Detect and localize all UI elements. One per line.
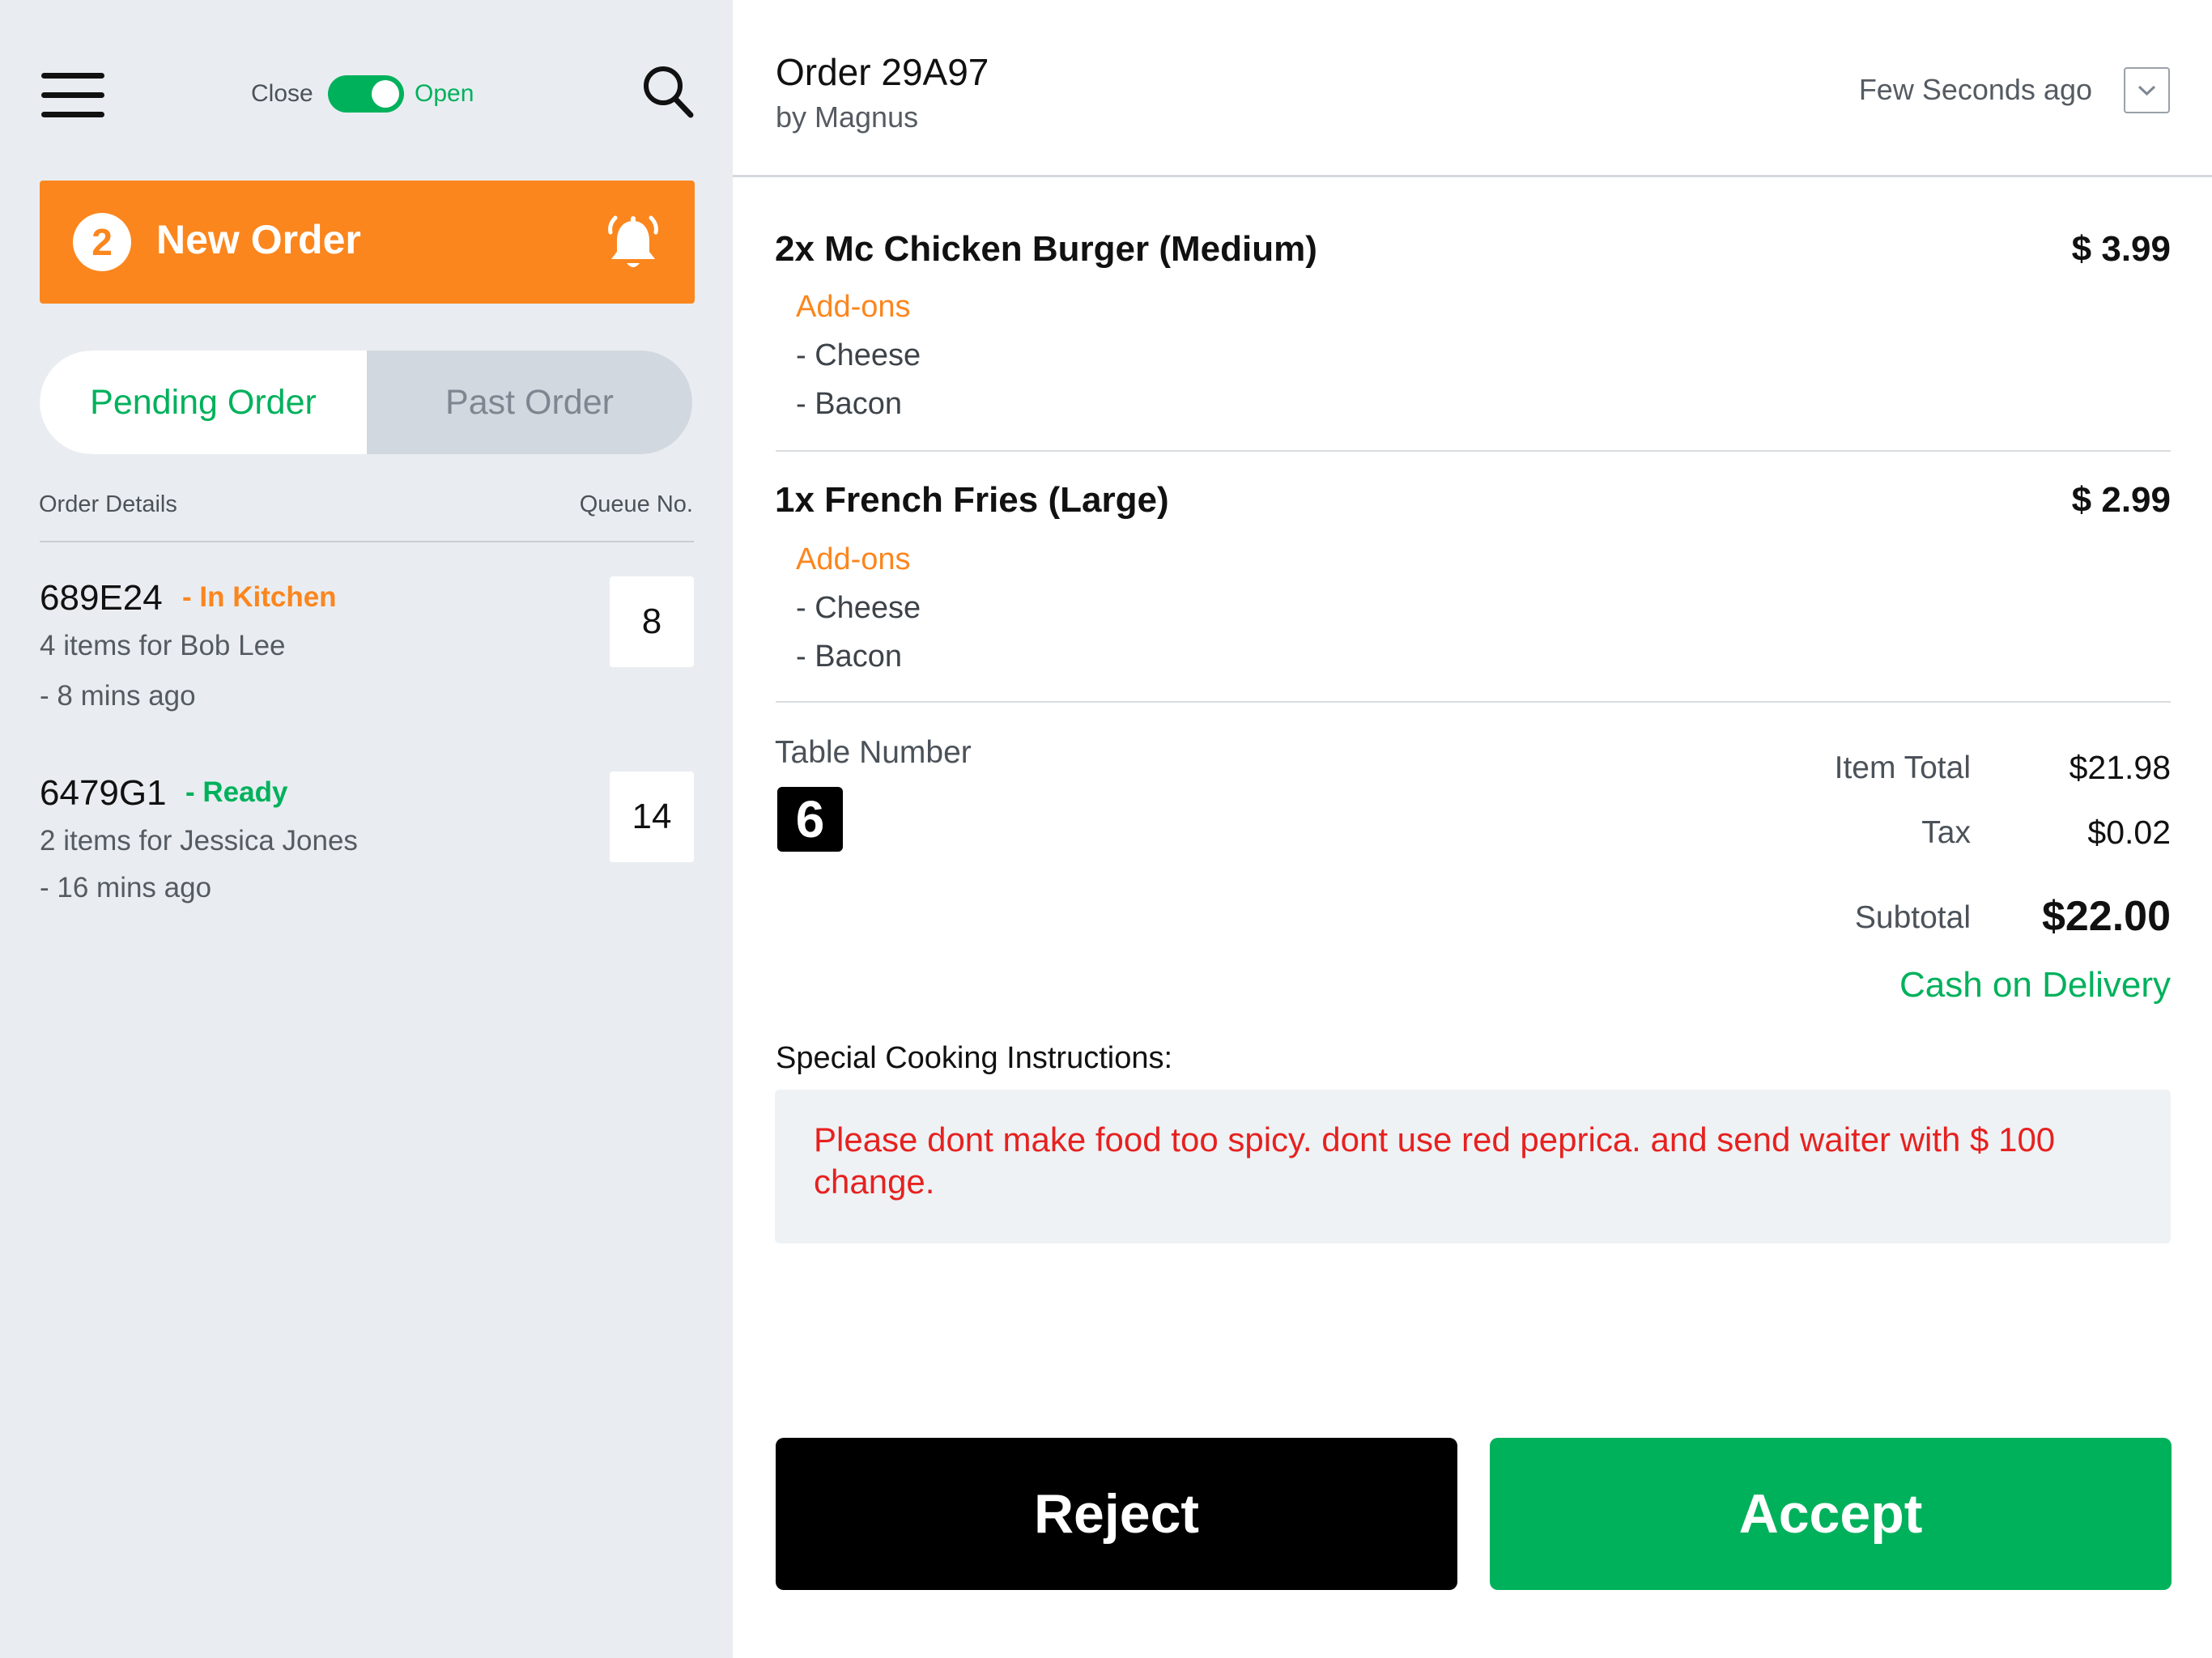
- list-divider: [40, 541, 694, 542]
- order-list-item[interactable]: 689E24 - In Kitchen 4 items for Bob Lee …: [40, 576, 694, 740]
- subtotal-label: Subtotal: [1854, 900, 1971, 935]
- store-status-toggle[interactable]: Close Open: [251, 74, 494, 114]
- table-number-label: Table Number: [775, 735, 972, 770]
- bell-icon[interactable]: [604, 215, 662, 273]
- accept-button[interactable]: Accept: [1490, 1438, 2172, 1590]
- toggle-knob: [372, 80, 399, 108]
- order-description: 4 items for Bob Lee: [40, 630, 286, 661]
- column-header-order-details: Order Details: [39, 491, 177, 517]
- reject-button[interactable]: Reject: [776, 1438, 1457, 1590]
- column-header-queue-no: Queue No.: [579, 491, 693, 517]
- addon-line: - Bacon: [796, 387, 902, 421]
- subtotal-value: $22.00: [2041, 893, 2171, 940]
- order-status: - Ready: [185, 776, 288, 808]
- menu-icon[interactable]: [41, 73, 104, 118]
- item-price: $ 3.99: [2071, 229, 2171, 269]
- payment-method: Cash on Delivery: [1899, 965, 2171, 1005]
- addon-line: - Cheese: [796, 338, 921, 372]
- tax-label: Tax: [1921, 815, 1971, 850]
- toggle-close-label: Close: [251, 80, 313, 107]
- instructions-text: Please dont make food too spicy. dont us…: [814, 1120, 2056, 1201]
- order-author: by Magnus: [776, 100, 919, 134]
- tax-value: $0.02: [2087, 814, 2171, 851]
- item-total-label: Item Total: [1834, 750, 1971, 785]
- order-sidebar: Close Open 2 New Order Pending Order Pas…: [0, 0, 733, 1658]
- tab-pending-order[interactable]: Pending Order: [40, 351, 367, 454]
- queue-number: 8: [610, 576, 694, 667]
- item-divider: [776, 701, 2171, 703]
- chevron-down-icon[interactable]: [2124, 67, 2170, 113]
- order-title: Order 29A97: [776, 51, 989, 93]
- order-list-item[interactable]: 6479G1 - Ready 2 items for Jessica Jones…: [40, 772, 694, 935]
- toggle-switch[interactable]: [328, 75, 404, 113]
- order-status: - In Kitchen: [182, 581, 337, 613]
- toggle-open-label: Open: [415, 80, 474, 107]
- order-time: - 16 mins ago: [40, 872, 212, 903]
- search-icon[interactable]: [642, 65, 694, 118]
- item-divider: [776, 450, 2171, 452]
- addons-label: Add-ons: [796, 542, 911, 576]
- order-detail-panel: Order 29A97 by Magnus Few Seconds ago 2x…: [733, 0, 2212, 1658]
- item-price: $ 2.99: [2071, 480, 2171, 520]
- addons-label: Add-ons: [796, 290, 911, 324]
- instructions-label: Special Cooking Instructions:: [776, 1041, 1173, 1075]
- order-id: 6479G1: [40, 773, 167, 813]
- order-id: 689E24: [40, 578, 163, 618]
- order-timestamp: Few Seconds ago: [1858, 73, 2092, 106]
- new-order-banner[interactable]: 2 New Order: [40, 181, 695, 304]
- tab-past-order[interactable]: Past Order: [367, 351, 692, 454]
- item-title: 2x Mc Chicken Burger (Medium): [775, 229, 1317, 269]
- item-total-value: $21.98: [2069, 749, 2171, 786]
- order-tabs: Pending Order Past Order: [40, 351, 692, 454]
- order-time: - 8 mins ago: [40, 680, 196, 712]
- table-number-badge: 6: [777, 787, 843, 852]
- order-description: 2 items for Jessica Jones: [40, 825, 358, 857]
- queue-number: 14: [610, 772, 694, 862]
- new-order-count-badge: 2: [73, 213, 131, 271]
- instructions-box: Please dont make food too spicy. dont us…: [775, 1090, 2171, 1244]
- addon-line: - Bacon: [796, 640, 902, 674]
- item-title: 1x French Fries (Large): [775, 480, 1169, 520]
- header-divider: [733, 175, 2212, 177]
- new-order-label: New Order: [156, 217, 361, 262]
- addon-line: - Cheese: [796, 591, 921, 625]
